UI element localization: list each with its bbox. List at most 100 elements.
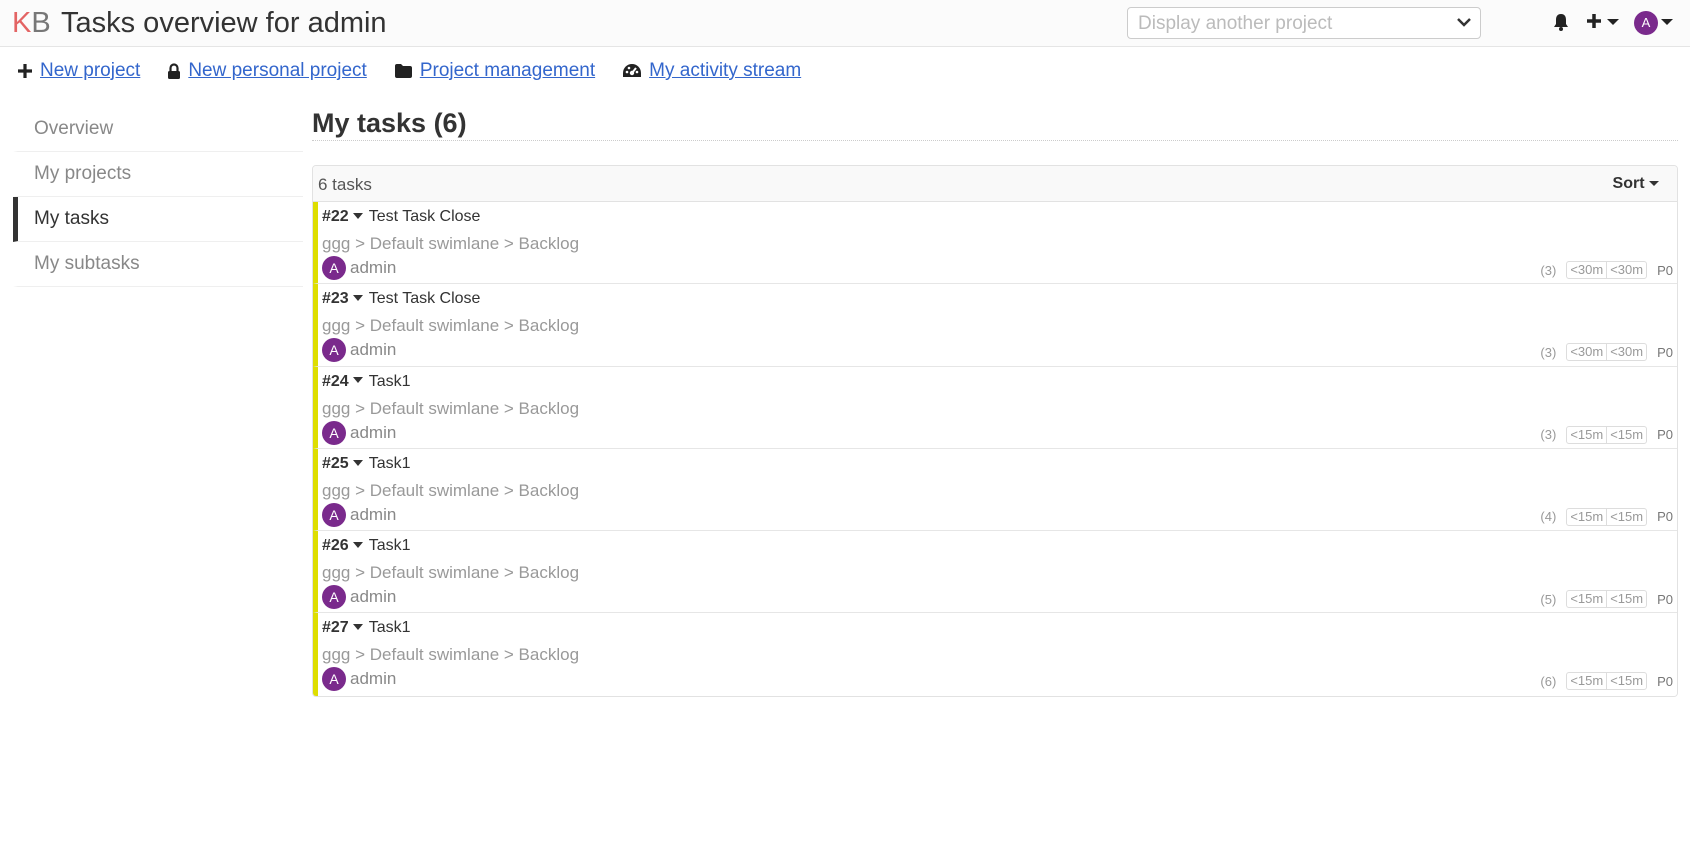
task-meta: (3) <30m <30m P0 [1540,261,1673,279]
time-spent: <15m [1570,591,1604,607]
task-id-dropdown[interactable]: #25 [322,455,349,472]
logo-b: B [31,7,51,39]
caret-down-icon[interactable] [1660,12,1674,32]
sidebar-item-my-tasks[interactable]: My tasks [13,197,303,242]
sidebar-item-my-projects[interactable]: My projects [13,152,303,197]
task-path: ggg > Default swimlane > Backlog [322,234,580,253]
task-priority: P0 [1657,427,1673,443]
task-position: (4) [1540,509,1557,525]
task-assignee: A admin [322,256,396,280]
sidebar-item-overview[interactable]: Overview [13,107,303,152]
task-id-dropdown[interactable]: #23 [322,290,349,307]
task-header: #24 Task1 [322,372,411,392]
time-spent: <15m [1570,508,1604,524]
project-select-placeholder: Display another project [1138,13,1333,34]
bell-icon[interactable] [1551,12,1571,32]
task-title[interactable]: Task1 [369,373,411,390]
task-path: ggg > Default swimlane > Backlog [322,645,580,665]
task-time-tracking: <15m <15m [1566,590,1648,609]
task-row: #24 Task1 ggg > Default swimlane > Backlo… [313,366,1677,449]
time-spent: <30m [1570,344,1604,360]
task-assignee: A admin [322,585,397,610]
user-avatar[interactable]: A [1634,11,1658,35]
caret-down-icon[interactable] [352,459,363,467]
section-title: My tasks (6) [312,107,1678,141]
task-title[interactable]: Task1 [369,619,411,636]
task-path: ggg > Default swimlane > Backlog [322,480,580,500]
task-row: #26 Task1 ggg > Default swimlane > Backlo… [313,531,1677,614]
task-path: ggg > Default swimlane > Backlog [322,398,580,418]
task-list: #22 Test Task Close ggg > Default swimlan… [313,202,1677,696]
avatar: A [322,256,346,280]
time-spent: <15m [1570,426,1604,442]
caret-down-icon [1649,181,1659,186]
time-estimated: <15m [1606,426,1646,443]
header: KB Tasks overview for admin Display anot… [0,0,1690,47]
task-time-tracking: <30m <30m [1566,343,1648,362]
plus-dropdown-icon[interactable] [1586,12,1624,32]
task-header: #25 Task1 [322,454,411,474]
caret-down-icon[interactable] [352,294,363,302]
task-id-dropdown[interactable]: #26 [322,537,349,554]
task-id-dropdown[interactable]: #22 [322,208,349,225]
avatar: A [322,585,346,610]
task-priority: P0 [1657,673,1673,689]
task-header: #27 Task1 [322,618,411,638]
assignee-name: admin [350,422,397,442]
task-header: #26 Task1 [322,536,411,556]
action-activity-stream[interactable]: My activity stream [622,60,801,82]
task-row: #25 Task1 ggg > Default swimlane > Backlo… [313,448,1677,532]
avatar: A [322,420,346,445]
task-id-dropdown[interactable]: #27 [322,619,349,636]
main-content: My tasks (6) 6 tasks Sort #22 Test Task C… [312,107,1678,697]
task-time-tracking: <15m <15m [1566,507,1648,526]
caret-down-icon[interactable] [352,376,363,384]
new-personal-project-link[interactable]: New personal project [188,60,366,82]
task-priority: P0 [1657,262,1673,278]
time-estimated: <15m [1606,673,1646,690]
action-project-management[interactable]: Project management [394,60,595,82]
app-logo[interactable]: KB [12,6,51,40]
time-spent: <15m [1570,673,1604,689]
task-time-tracking: <30m <30m [1566,261,1648,279]
chevron-down-icon [1457,18,1471,27]
time-estimated: <30m [1606,344,1646,361]
assignee-name: admin [350,669,397,689]
caret-down-icon[interactable] [352,623,363,631]
time-estimated: <15m [1606,591,1646,608]
time-estimated: <15m [1606,508,1646,525]
assignee-name: admin [350,340,397,360]
action-new-personal-project[interactable]: New personal project [167,60,367,82]
task-meta: (3) <15m <15m P0 [1540,425,1673,444]
activity-stream-link[interactable]: My activity stream [649,60,801,82]
task-title[interactable]: Task1 [369,537,411,554]
task-count: 6 tasks [318,175,372,194]
task-title[interactable]: Test Task Close [369,290,481,307]
task-row: #23 Test Task Close ggg > Default swimlan… [313,284,1677,367]
task-meta: (4) <15m <15m P0 [1540,507,1673,526]
table-header: 6 tasks Sort [313,166,1677,202]
avatar: A [322,502,346,527]
action-new-project[interactable]: New project [17,60,140,82]
caret-down-icon[interactable] [352,212,363,220]
task-header: #23 Test Task Close [322,289,480,309]
caret-down-icon[interactable] [352,541,363,549]
task-id-dropdown[interactable]: #24 [322,373,349,390]
task-title[interactable]: Task1 [369,455,411,472]
project-select[interactable]: Display another project [1127,7,1481,39]
assignee-name: admin [350,504,397,524]
sort-label: Sort [1612,175,1645,192]
task-meta: (3) <30m <30m P0 [1540,343,1673,362]
sort-dropdown[interactable]: Sort [1613,175,1659,193]
project-management-link[interactable]: Project management [420,60,595,82]
task-position: (3) [1540,262,1557,278]
task-row: #27 Task1 ggg > Default swimlane > Backlo… [313,613,1677,696]
assignee-name: admin [350,587,397,607]
task-position: (6) [1540,673,1557,689]
task-position: (3) [1540,427,1557,443]
task-title[interactable]: Test Task Close [369,208,481,225]
new-project-link[interactable]: New project [40,60,140,82]
time-spent: <30m [1570,262,1604,277]
task-header: #22 Test Task Close [322,207,480,227]
sidebar-item-my-subtasks[interactable]: My subtasks [13,242,303,287]
